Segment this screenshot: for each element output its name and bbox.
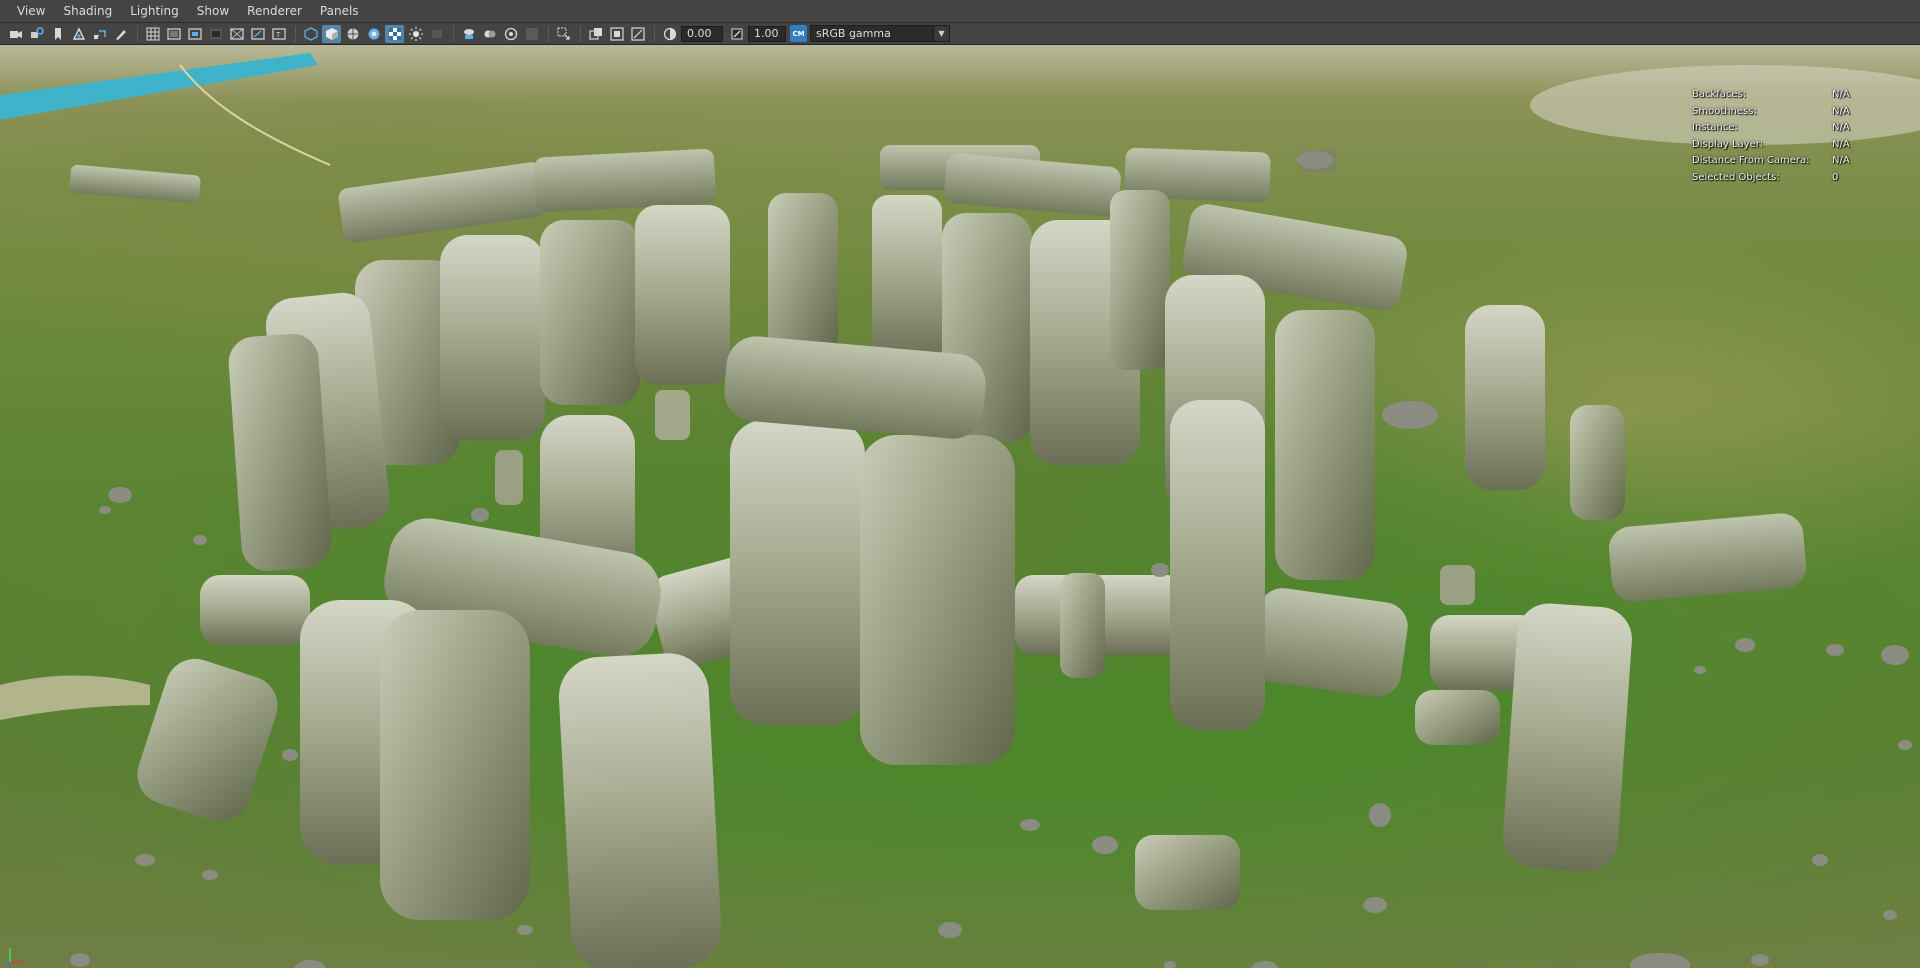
hud-value: N/A (1832, 89, 1850, 100)
wireframe-on-shaded-icon[interactable] (343, 25, 362, 43)
toolbar-separator (580, 25, 581, 42)
wireframe-icon[interactable] (301, 25, 320, 43)
stonehenge-scene (0, 53, 1920, 968)
hud-label: Backfaces: (1692, 89, 1747, 100)
smooth-shade-icon[interactable] (322, 24, 341, 43)
maya-viewport-panel: View Shading Lighting Show Renderer Pane… (0, 0, 1920, 968)
hud-row-distance: Distance From Camera: N/A (1692, 153, 1892, 170)
xray-joints-icon[interactable] (586, 25, 605, 43)
menu-renderer[interactable]: Renderer (238, 0, 311, 23)
resolution-gate-icon[interactable] (185, 25, 204, 43)
toolbar-separator (137, 25, 138, 42)
exposure-icon[interactable] (660, 25, 679, 43)
multisample-aa-icon[interactable] (480, 25, 499, 43)
hud-overlay: Backfaces: N/A Smoothness: N/A Instance:… (1692, 87, 1892, 186)
right-uprights (1415, 305, 1807, 872)
backface-cull-icon[interactable] (628, 25, 647, 43)
svg-text:T: T (275, 31, 281, 39)
camera-attributes-icon[interactable] (27, 25, 46, 43)
hud-label: Selected Objects: (1692, 171, 1780, 183)
view-transform-dropdown[interactable]: sRGB gamma ▼ (810, 25, 950, 42)
film-gate-icon[interactable] (164, 25, 183, 43)
hud-label: Distance From Camera: (1692, 155, 1810, 166)
hud-value: 0 (1832, 171, 1839, 183)
toolbar-separator (548, 25, 549, 42)
hud-label: Instance: (1692, 122, 1738, 133)
textured-icon[interactable] (364, 25, 383, 43)
3d-viewport[interactable]: Backfaces: N/A Smoothness: N/A Instance:… (0, 45, 1920, 968)
panel-toolbar: T 0.00 1.00 CM sRGB gamma ▼ (0, 23, 1920, 45)
gamma-field[interactable]: 1.00 (748, 25, 786, 42)
isolate-select-icon[interactable] (554, 25, 573, 43)
field-chart-icon[interactable] (227, 25, 246, 43)
gamma-icon[interactable] (727, 25, 746, 43)
safe-action-icon[interactable] (248, 25, 267, 43)
camera-select-icon[interactable] (6, 25, 25, 43)
hud-value: N/A (1832, 138, 1850, 150)
menu-lighting[interactable]: Lighting (121, 0, 188, 23)
hud-row-selected-objects: Selected Objects: 0 (1692, 170, 1892, 187)
safe-title-icon[interactable]: T (269, 25, 288, 43)
menu-show[interactable]: Show (188, 0, 238, 23)
grease-pencil-icon[interactable] (111, 25, 130, 43)
hud-value: N/A (1832, 105, 1850, 117)
xray-active-icon[interactable] (607, 25, 626, 43)
hud-label: Display Layer: (1692, 138, 1764, 150)
toolbar-separator (295, 25, 296, 42)
motion-blur-icon[interactable] (459, 25, 478, 43)
grid-icon[interactable] (143, 25, 162, 43)
menu-shading[interactable]: Shading (54, 0, 121, 23)
hud-row-display-layer: Display Layer: N/A (1692, 137, 1892, 154)
exposure-field[interactable]: 0.00 (681, 25, 723, 42)
screen-space-ao-icon[interactable] (427, 25, 446, 43)
depth-of-field-icon[interactable] (501, 25, 520, 43)
hud-value: N/A (1832, 122, 1850, 133)
hud-label: Smoothness: (1692, 105, 1757, 117)
menu-panels[interactable]: Panels (311, 0, 368, 23)
menu-view[interactable]: View (8, 0, 54, 23)
shadows-icon[interactable] (406, 25, 425, 43)
color-management-icon[interactable]: CM (790, 25, 807, 42)
gate-mask-icon[interactable] (206, 25, 225, 43)
hud-value: N/A (1832, 155, 1850, 166)
hud-row-smoothness: Smoothness: N/A (1692, 104, 1892, 121)
chevron-down-icon[interactable]: ▼ (933, 26, 949, 41)
hud-row-instance: Instance: N/A (1692, 120, 1892, 137)
two-d-pan-zoom-icon[interactable] (90, 25, 109, 43)
axis-gizmo-icon (4, 948, 24, 966)
dirt-path (0, 675, 150, 720)
use-all-lights-icon[interactable] (385, 24, 404, 43)
view-transform-value: sRGB gamma (816, 27, 891, 40)
river-strip (0, 53, 318, 120)
image-plane-icon[interactable] (69, 25, 88, 43)
hud-row-backfaces: Backfaces: N/A (1692, 87, 1892, 104)
toolbar-separator (453, 25, 454, 42)
toolbar-separator (654, 25, 655, 42)
xray-icon[interactable] (522, 25, 541, 43)
bookmark-icon[interactable] (48, 25, 67, 43)
panel-menubar: View Shading Lighting Show Renderer Pane… (0, 0, 1920, 23)
